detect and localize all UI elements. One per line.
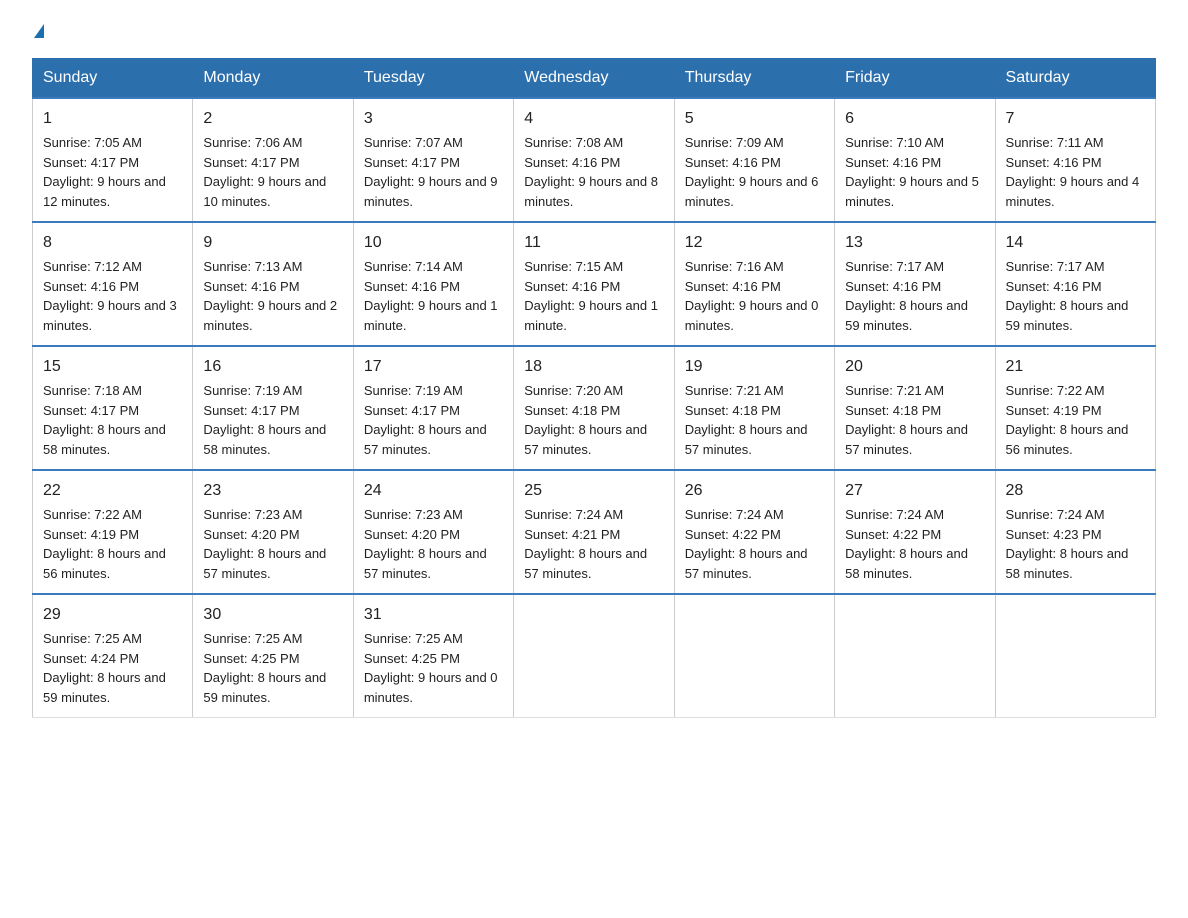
col-header-wednesday: Wednesday bbox=[514, 59, 674, 99]
day-number: 8 bbox=[43, 231, 182, 255]
calendar-week-row: 29Sunrise: 7:25 AMSunset: 4:24 PMDayligh… bbox=[33, 594, 1156, 718]
day-number: 18 bbox=[524, 355, 663, 379]
day-number: 26 bbox=[685, 479, 824, 503]
day-number: 15 bbox=[43, 355, 182, 379]
col-header-saturday: Saturday bbox=[995, 59, 1155, 99]
calendar-cell bbox=[835, 594, 995, 718]
calendar-cell: 8Sunrise: 7:12 AMSunset: 4:16 PMDaylight… bbox=[33, 222, 193, 346]
day-number: 24 bbox=[364, 479, 503, 503]
day-number: 21 bbox=[1006, 355, 1145, 379]
day-number: 13 bbox=[845, 231, 984, 255]
day-number: 9 bbox=[203, 231, 342, 255]
day-number: 22 bbox=[43, 479, 182, 503]
day-number: 4 bbox=[524, 107, 663, 131]
calendar-cell: 19Sunrise: 7:21 AMSunset: 4:18 PMDayligh… bbox=[674, 346, 834, 470]
calendar-cell: 21Sunrise: 7:22 AMSunset: 4:19 PMDayligh… bbox=[995, 346, 1155, 470]
calendar-cell: 18Sunrise: 7:20 AMSunset: 4:18 PMDayligh… bbox=[514, 346, 674, 470]
day-number: 17 bbox=[364, 355, 503, 379]
day-number: 14 bbox=[1006, 231, 1145, 255]
day-number: 12 bbox=[685, 231, 824, 255]
page-header bbox=[32, 24, 1156, 38]
day-number: 28 bbox=[1006, 479, 1145, 503]
calendar-cell: 6Sunrise: 7:10 AMSunset: 4:16 PMDaylight… bbox=[835, 98, 995, 222]
calendar-cell: 2Sunrise: 7:06 AMSunset: 4:17 PMDaylight… bbox=[193, 98, 353, 222]
calendar-cell: 12Sunrise: 7:16 AMSunset: 4:16 PMDayligh… bbox=[674, 222, 834, 346]
day-number: 6 bbox=[845, 107, 984, 131]
col-header-monday: Monday bbox=[193, 59, 353, 99]
logo bbox=[32, 24, 44, 38]
calendar-cell: 26Sunrise: 7:24 AMSunset: 4:22 PMDayligh… bbox=[674, 470, 834, 594]
day-number: 2 bbox=[203, 107, 342, 131]
calendar-cell: 31Sunrise: 7:25 AMSunset: 4:25 PMDayligh… bbox=[353, 594, 513, 718]
logo-triangle-icon bbox=[34, 24, 44, 38]
calendar-cell: 24Sunrise: 7:23 AMSunset: 4:20 PMDayligh… bbox=[353, 470, 513, 594]
calendar-cell: 9Sunrise: 7:13 AMSunset: 4:16 PMDaylight… bbox=[193, 222, 353, 346]
calendar-cell: 25Sunrise: 7:24 AMSunset: 4:21 PMDayligh… bbox=[514, 470, 674, 594]
day-number: 25 bbox=[524, 479, 663, 503]
calendar-week-row: 22Sunrise: 7:22 AMSunset: 4:19 PMDayligh… bbox=[33, 470, 1156, 594]
calendar-cell: 29Sunrise: 7:25 AMSunset: 4:24 PMDayligh… bbox=[33, 594, 193, 718]
day-number: 1 bbox=[43, 107, 182, 131]
calendar-cell bbox=[514, 594, 674, 718]
day-number: 31 bbox=[364, 603, 503, 627]
calendar-cell: 11Sunrise: 7:15 AMSunset: 4:16 PMDayligh… bbox=[514, 222, 674, 346]
calendar-cell: 17Sunrise: 7:19 AMSunset: 4:17 PMDayligh… bbox=[353, 346, 513, 470]
calendar-table: SundayMondayTuesdayWednesdayThursdayFrid… bbox=[32, 58, 1156, 718]
calendar-cell: 30Sunrise: 7:25 AMSunset: 4:25 PMDayligh… bbox=[193, 594, 353, 718]
calendar-cell: 3Sunrise: 7:07 AMSunset: 4:17 PMDaylight… bbox=[353, 98, 513, 222]
day-number: 23 bbox=[203, 479, 342, 503]
day-number: 19 bbox=[685, 355, 824, 379]
calendar-cell bbox=[995, 594, 1155, 718]
day-number: 30 bbox=[203, 603, 342, 627]
day-number: 5 bbox=[685, 107, 824, 131]
calendar-cell: 23Sunrise: 7:23 AMSunset: 4:20 PMDayligh… bbox=[193, 470, 353, 594]
day-number: 16 bbox=[203, 355, 342, 379]
day-number: 10 bbox=[364, 231, 503, 255]
calendar-cell: 28Sunrise: 7:24 AMSunset: 4:23 PMDayligh… bbox=[995, 470, 1155, 594]
calendar-cell: 10Sunrise: 7:14 AMSunset: 4:16 PMDayligh… bbox=[353, 222, 513, 346]
col-header-tuesday: Tuesday bbox=[353, 59, 513, 99]
calendar-week-row: 8Sunrise: 7:12 AMSunset: 4:16 PMDaylight… bbox=[33, 222, 1156, 346]
calendar-cell: 14Sunrise: 7:17 AMSunset: 4:16 PMDayligh… bbox=[995, 222, 1155, 346]
day-number: 29 bbox=[43, 603, 182, 627]
col-header-friday: Friday bbox=[835, 59, 995, 99]
calendar-cell: 13Sunrise: 7:17 AMSunset: 4:16 PMDayligh… bbox=[835, 222, 995, 346]
calendar-week-row: 15Sunrise: 7:18 AMSunset: 4:17 PMDayligh… bbox=[33, 346, 1156, 470]
day-number: 11 bbox=[524, 231, 663, 255]
calendar-cell: 1Sunrise: 7:05 AMSunset: 4:17 PMDaylight… bbox=[33, 98, 193, 222]
calendar-cell: 27Sunrise: 7:24 AMSunset: 4:22 PMDayligh… bbox=[835, 470, 995, 594]
calendar-cell: 16Sunrise: 7:19 AMSunset: 4:17 PMDayligh… bbox=[193, 346, 353, 470]
calendar-cell: 20Sunrise: 7:21 AMSunset: 4:18 PMDayligh… bbox=[835, 346, 995, 470]
col-header-sunday: Sunday bbox=[33, 59, 193, 99]
calendar-cell: 15Sunrise: 7:18 AMSunset: 4:17 PMDayligh… bbox=[33, 346, 193, 470]
day-number: 27 bbox=[845, 479, 984, 503]
calendar-week-row: 1Sunrise: 7:05 AMSunset: 4:17 PMDaylight… bbox=[33, 98, 1156, 222]
calendar-cell: 22Sunrise: 7:22 AMSunset: 4:19 PMDayligh… bbox=[33, 470, 193, 594]
calendar-cell: 4Sunrise: 7:08 AMSunset: 4:16 PMDaylight… bbox=[514, 98, 674, 222]
calendar-cell bbox=[674, 594, 834, 718]
col-header-thursday: Thursday bbox=[674, 59, 834, 99]
day-number: 7 bbox=[1006, 107, 1145, 131]
calendar-header-row: SundayMondayTuesdayWednesdayThursdayFrid… bbox=[33, 59, 1156, 99]
day-number: 20 bbox=[845, 355, 984, 379]
day-number: 3 bbox=[364, 107, 503, 131]
calendar-cell: 7Sunrise: 7:11 AMSunset: 4:16 PMDaylight… bbox=[995, 98, 1155, 222]
calendar-cell: 5Sunrise: 7:09 AMSunset: 4:16 PMDaylight… bbox=[674, 98, 834, 222]
